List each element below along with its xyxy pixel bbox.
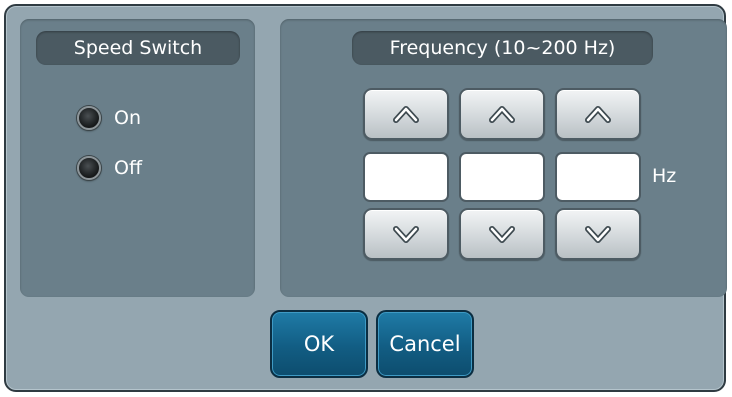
- digit-1-up-button[interactable]: [363, 88, 449, 140]
- frequency-title: Frequency (10~200 Hz): [352, 31, 653, 65]
- speed-switch-panel: Speed Switch On Off: [20, 19, 255, 297]
- digit-3-up-button[interactable]: [555, 88, 641, 140]
- digit-3-field[interactable]: [555, 152, 641, 202]
- chevron-down-icon: [585, 226, 611, 243]
- speed-on-radio[interactable]: [77, 106, 101, 130]
- speed-off-radio[interactable]: [77, 156, 101, 180]
- digit-2-up-button[interactable]: [459, 88, 545, 140]
- digit-2-field[interactable]: [459, 152, 545, 202]
- digit-1-field[interactable]: [363, 152, 449, 202]
- digit-1-down-button[interactable]: [363, 208, 449, 260]
- ok-button[interactable]: OK: [270, 310, 368, 378]
- speed-on-label: On: [114, 107, 141, 129]
- speed-off-label: Off: [114, 157, 143, 179]
- chevron-up-icon: [489, 106, 515, 123]
- speed-frequency-dialog: Speed Switch On Off Frequency (10~200 Hz…: [4, 4, 727, 392]
- frequency-panel: Frequency (10~200 Hz) Hz: [280, 19, 727, 297]
- digit-2-down-button[interactable]: [459, 208, 545, 260]
- chevron-down-icon: [489, 226, 515, 243]
- cancel-button[interactable]: Cancel: [376, 310, 474, 378]
- digit-3-down-button[interactable]: [555, 208, 641, 260]
- hz-unit-label: Hz: [652, 165, 677, 187]
- speed-off-option[interactable]: Off: [77, 153, 142, 183]
- chevron-up-icon: [393, 106, 419, 123]
- speed-on-option[interactable]: On: [77, 103, 141, 133]
- speed-switch-title: Speed Switch: [36, 31, 240, 65]
- chevron-down-icon: [393, 226, 419, 243]
- chevron-up-icon: [585, 106, 611, 123]
